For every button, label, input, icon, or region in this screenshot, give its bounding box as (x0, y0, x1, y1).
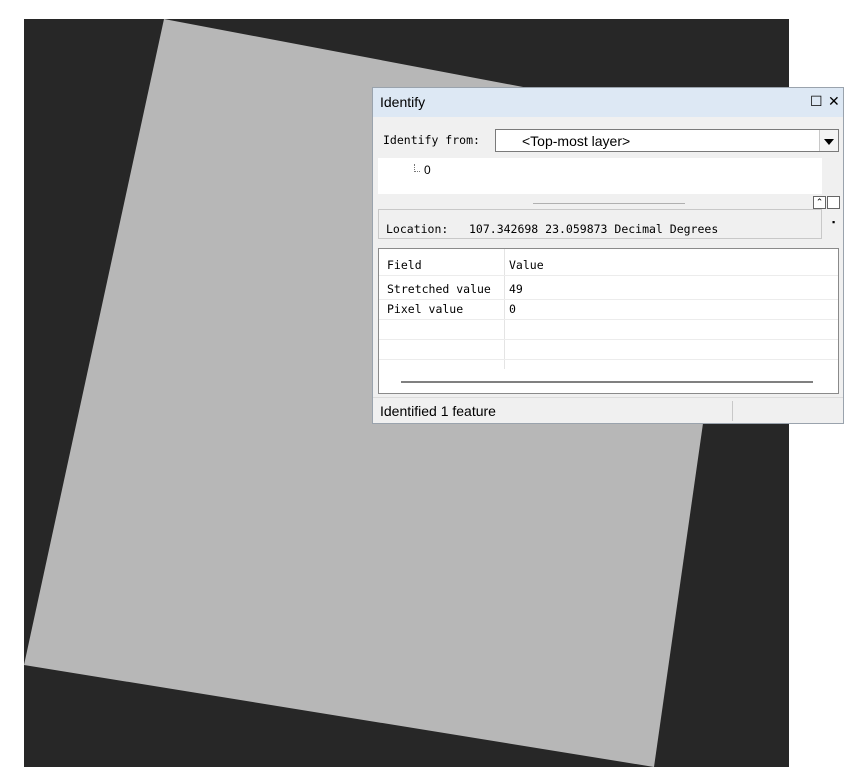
empty-row (379, 319, 838, 340)
window-title: Identify (380, 94, 426, 110)
pane-toggle-icon[interactable] (827, 196, 840, 209)
header-value: Value (509, 258, 544, 272)
identify-from-label: Identify from: (383, 133, 480, 147)
status-text: Identified 1 feature (380, 403, 496, 419)
identify-window: Identify ☐ ✕ Identify from: <Top-most la… (372, 87, 844, 424)
tree-connector-icon (414, 164, 420, 172)
identify-from-value: <Top-most layer> (522, 133, 631, 149)
location-value: 107.342698 23.059873 Decimal Degrees (469, 222, 719, 236)
collapse-up-icon[interactable]: ⌃ (813, 196, 826, 209)
status-divider (732, 401, 733, 421)
table-header: Field Value (379, 255, 838, 276)
close-icon[interactable]: ✕ (828, 93, 840, 109)
field-cell: Pixel value (387, 302, 464, 316)
maximize-icon[interactable]: ☐ (810, 93, 823, 109)
location-label: Location: (386, 222, 449, 236)
horizontal-scrollbar[interactable] (401, 381, 813, 383)
header-field: Field (387, 258, 422, 272)
title-bar[interactable]: Identify ☐ ✕ (373, 88, 843, 117)
table-row[interactable]: Pixel value 0 (379, 299, 838, 320)
status-bar: Identified 1 feature (373, 397, 843, 424)
field-cell: Stretched value (387, 282, 491, 296)
pane-splitter[interactable] (533, 203, 685, 204)
attribute-table[interactable]: Field Value Stretched value 49 Pixel val… (378, 248, 839, 394)
chevron-down-icon[interactable] (819, 130, 838, 151)
results-tree[interactable] (378, 158, 822, 194)
tree-item[interactable]: 0 (424, 163, 431, 177)
empty-row (379, 339, 838, 360)
location-options-icon[interactable]: ▪ (832, 217, 835, 227)
table-row[interactable]: Stretched value 49 (379, 279, 838, 300)
value-cell: 49 (509, 282, 523, 296)
identify-from-dropdown[interactable]: <Top-most layer> (495, 129, 839, 152)
value-cell: 0 (509, 302, 516, 316)
